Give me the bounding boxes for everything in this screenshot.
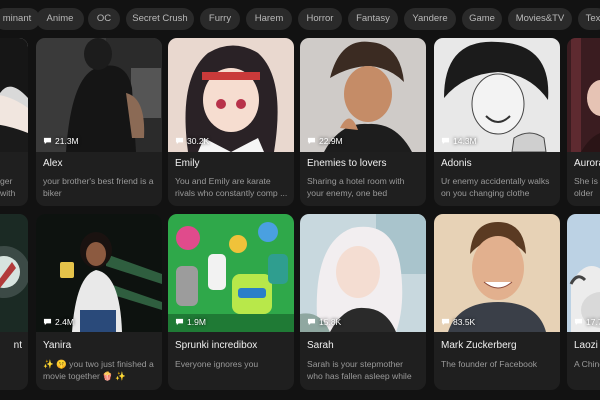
character-card[interactable]: 15.8K Sarah Sarah is your stepmother who…: [300, 214, 426, 390]
character-card[interactable]: Aurora She is is older: [567, 38, 600, 206]
character-description: The founder of Facebook: [441, 359, 538, 369]
chat-bubble-icon: [574, 318, 583, 326]
chat-count-value: 1.9M: [187, 317, 206, 327]
chat-count: 1.9M: [175, 317, 206, 327]
character-name: nt: [13, 340, 22, 351]
chat-bubble-icon: [175, 318, 184, 326]
chat-count: 15.8K: [307, 317, 341, 327]
chat-count-value: 2.4M: [55, 317, 74, 327]
character-description: Sarah is your stepmother who has fallen …: [307, 359, 412, 381]
character-portrait: [434, 38, 560, 152]
character-card[interactable]: 1.9M Sprunki incredibox Everyone ignores…: [168, 214, 294, 390]
character-name: Sprunki incredibox: [175, 340, 258, 351]
character-card[interactable]: 2.4M Yanira ✨ 🤫 you two just finished a …: [36, 214, 162, 390]
character-portrait: [0, 214, 28, 332]
chat-count: 83.5K: [441, 317, 475, 327]
character-description: You and Emily are karate rivals who cons…: [175, 176, 288, 198]
chat-bubble-icon: [43, 137, 52, 145]
category-chip-anime[interactable]: Anime: [36, 8, 84, 30]
chat-count: 2.4M: [43, 317, 74, 327]
chat-count-value: 30.2K: [187, 136, 210, 146]
category-chip-movies-tv[interactable]: Movies&TV: [508, 8, 572, 30]
chat-count-value: 83.5K: [453, 317, 476, 327]
character-portrait: [434, 214, 560, 332]
character-description: ger with: [0, 176, 16, 198]
character-card[interactable]: 17.7 Laozi A Chine: [567, 214, 600, 390]
character-portrait: [36, 214, 162, 332]
character-portrait: [567, 214, 600, 332]
character-name: Emily: [175, 158, 200, 169]
character-card[interactable]: nt: [0, 214, 28, 390]
category-chip-harem[interactable]: Harem: [246, 8, 292, 30]
chat-count: 17.7: [574, 317, 600, 327]
category-chip-oc[interactable]: OC: [88, 8, 120, 30]
category-chip-dominant[interactable]: minant: [0, 8, 40, 30]
character-portrait: [300, 214, 426, 332]
character-portrait: [0, 38, 28, 152]
character-card[interactable]: 21.3M Alex your brother's best friend is…: [36, 38, 162, 206]
character-name: Sarah: [307, 340, 334, 351]
character-name: Laozi: [574, 340, 598, 351]
chat-bubble-icon: [175, 137, 184, 145]
chat-bubble-icon: [441, 318, 450, 326]
character-description: A Chine: [574, 359, 600, 369]
character-name: Alex: [43, 158, 63, 169]
chat-count-value: 21.3M: [55, 136, 79, 146]
character-card[interactable]: 22.9M Enemies to lovers Sharing a hotel …: [300, 38, 426, 206]
chat-count-value: 17.7: [586, 317, 600, 327]
chat-count: 21.3M: [43, 136, 79, 146]
character-name: Enemies to lovers: [307, 158, 387, 169]
chat-count-value: 22.9M: [319, 136, 343, 146]
chat-bubble-icon: [441, 137, 450, 145]
category-chip-furry[interactable]: Furry: [200, 8, 240, 30]
chat-bubble-icon: [307, 318, 316, 326]
character-browser: minant Anime OC Secret Crush Furry Harem…: [0, 0, 600, 400]
chat-bubble-icon: [43, 318, 52, 326]
character-portrait: [36, 38, 162, 152]
category-filter-bar: minant Anime OC Secret Crush Furry Harem…: [0, 0, 600, 38]
character-portrait: [168, 38, 294, 152]
character-name: Yanira: [43, 340, 72, 351]
character-name: Mark Zuckerberg: [441, 340, 517, 351]
character-description: Sharing a hotel room with your enemy, on…: [307, 176, 405, 198]
character-description: Everyone ignores you: [175, 359, 259, 369]
character-card[interactable]: 14.3M Adonis Ur enemy accidentally walks…: [434, 38, 560, 206]
category-chip-game[interactable]: Game: [462, 8, 502, 30]
category-chip-secret-crush[interactable]: Secret Crush: [126, 8, 194, 30]
character-description: She is is older: [574, 176, 600, 198]
chat-count-value: 14.3M: [453, 136, 477, 146]
chat-count: 14.3M: [441, 136, 477, 146]
category-chip-fantasy[interactable]: Fantasy: [348, 8, 398, 30]
character-portrait: [567, 38, 600, 152]
chat-count: 22.9M: [307, 136, 343, 146]
character-name: Aurora: [574, 158, 600, 169]
chat-bubble-icon: [307, 137, 316, 145]
character-description: your brother's best friend is a biker: [43, 176, 154, 198]
character-description: Ur enemy accidentally walks on you chang…: [441, 176, 550, 198]
character-card[interactable]: 83.5K Mark Zuckerberg The founder of Fac…: [434, 214, 560, 390]
category-chip-yandere[interactable]: Yandere: [404, 8, 456, 30]
category-chip-horror[interactable]: Horror: [298, 8, 342, 30]
character-name: Adonis: [441, 158, 472, 169]
chat-count-value: 15.8K: [319, 317, 342, 327]
character-description: ✨ 🤫 you two just finished a movie togeth…: [43, 359, 154, 381]
character-card[interactable]: ger with: [0, 38, 28, 206]
character-portrait: [168, 214, 294, 332]
chat-count: 30.2K: [175, 136, 209, 146]
character-portrait: [300, 38, 426, 152]
category-chip-text[interactable]: Tex: [578, 8, 600, 30]
character-card[interactable]: 30.2K Emily You and Emily are karate riv…: [168, 38, 294, 206]
